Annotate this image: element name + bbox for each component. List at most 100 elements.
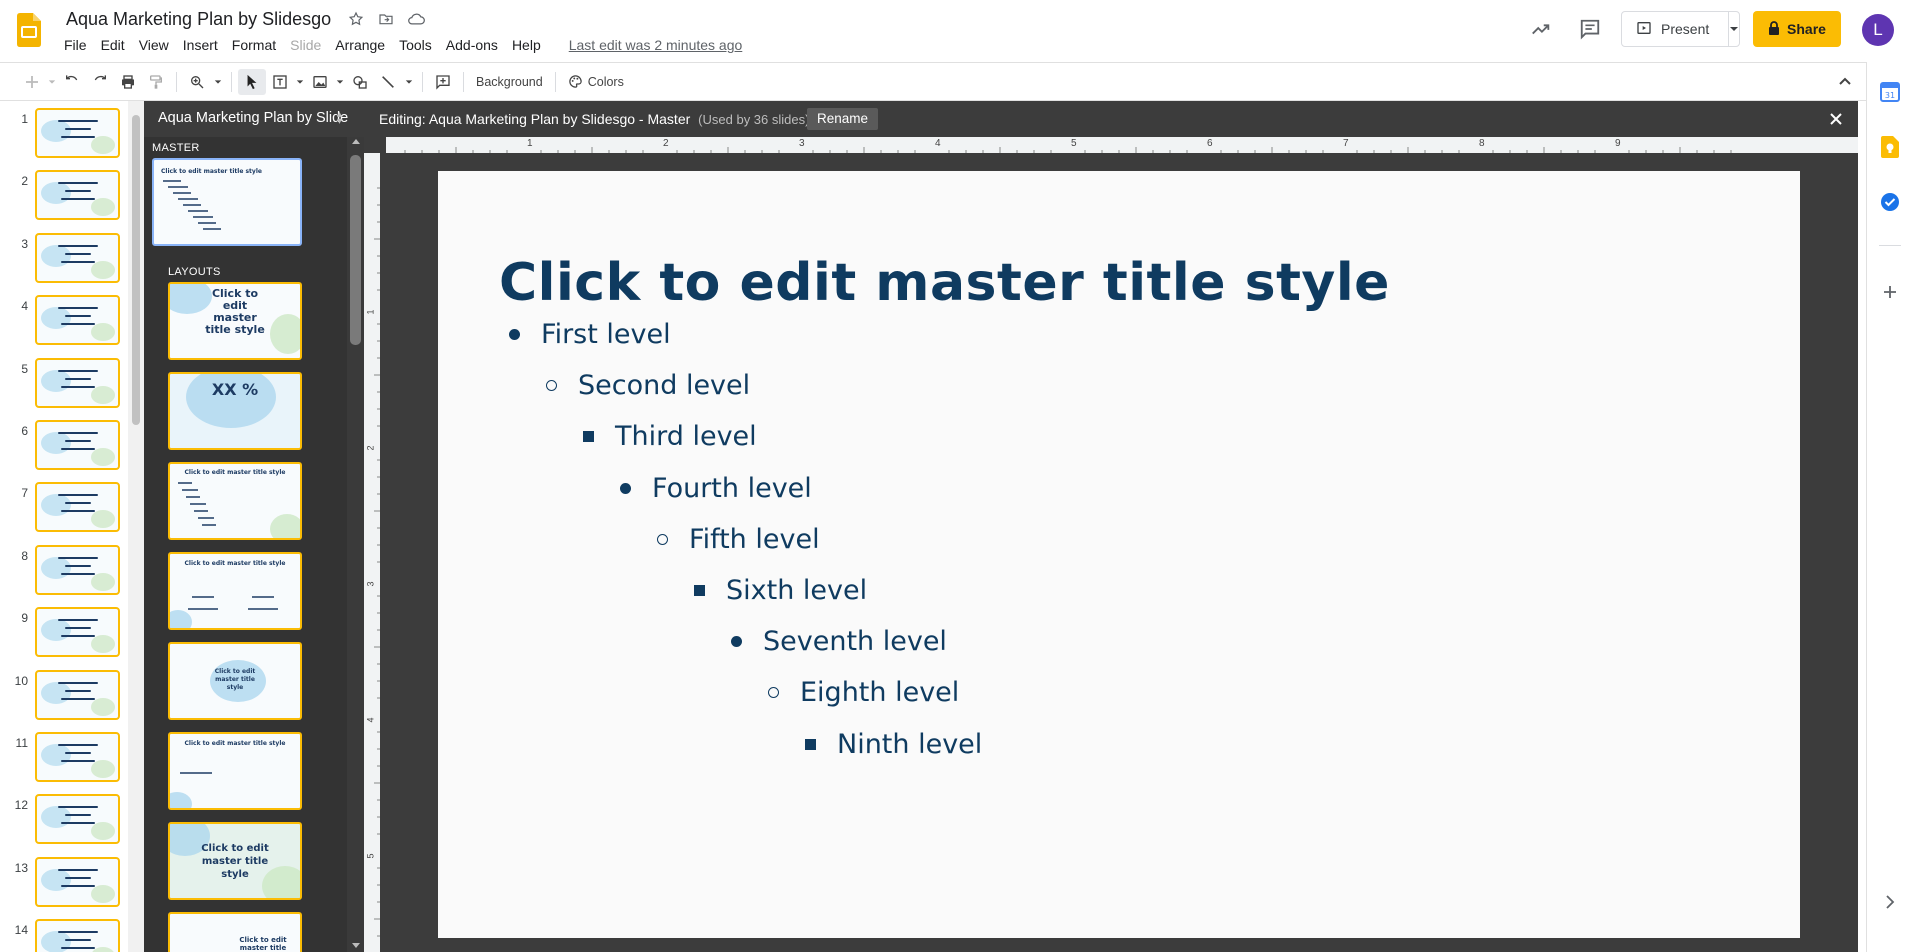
select-tool-button[interactable] bbox=[238, 68, 266, 95]
filmstrip-slide[interactable]: 11 bbox=[0, 732, 128, 784]
master-slide[interactable]: Click to edit master title style First l… bbox=[438, 171, 1800, 938]
theme-name-selector[interactable]: Aqua Marketing Plan by Slidesgo bbox=[158, 110, 348, 126]
bullet-level-2[interactable]: Second level bbox=[543, 370, 750, 401]
move-folder-icon[interactable] bbox=[375, 8, 397, 30]
paint-format-button[interactable] bbox=[142, 69, 170, 95]
menu-edit[interactable]: Edit bbox=[94, 36, 132, 56]
filmstrip-slide[interactable]: 9 bbox=[0, 607, 128, 659]
image-button[interactable] bbox=[306, 69, 334, 95]
menu-file[interactable]: File bbox=[57, 36, 94, 56]
slide-thumbnail[interactable] bbox=[35, 732, 120, 782]
slide-thumbnail[interactable] bbox=[35, 544, 120, 595]
filmstrip-slide[interactable]: 8 bbox=[0, 544, 128, 597]
filmstrip-scrollbar[interactable] bbox=[128, 101, 144, 952]
layouts-scroll-thumb[interactable] bbox=[350, 155, 361, 345]
theme-select-arrows-icon[interactable]: ▴ ▾ bbox=[337, 110, 342, 127]
filmstrip-slide[interactable]: 7 bbox=[0, 482, 128, 534]
share-button[interactable]: Share bbox=[1753, 11, 1841, 47]
layout-thumbnail[interactable]: Click to edit master title style bbox=[168, 912, 302, 952]
menu-slide[interactable]: Slide bbox=[283, 36, 328, 56]
slide-thumbnail[interactable] bbox=[35, 170, 120, 221]
last-edit-link[interactable]: Last edit was 2 minutes ago bbox=[562, 36, 750, 56]
present-dropdown-button[interactable] bbox=[1729, 24, 1739, 34]
slide-thumbnail[interactable] bbox=[35, 295, 120, 346]
filmstrip-slide[interactable]: 10 bbox=[0, 669, 128, 722]
zoom-dropdown[interactable] bbox=[211, 69, 225, 95]
layout-thumbnail[interactable]: Click to edit master title style bbox=[168, 732, 302, 810]
textbox-dropdown[interactable] bbox=[294, 69, 306, 95]
textbox-button[interactable] bbox=[266, 69, 294, 95]
background-button[interactable]: Background bbox=[470, 69, 549, 95]
layout-thumbnail[interactable]: XX % bbox=[168, 372, 302, 450]
layout-thumbnail[interactable]: Click to edit master title style bbox=[168, 552, 302, 630]
bullet-level-4[interactable]: Fourth level bbox=[617, 473, 812, 504]
calendar-icon[interactable]: 31 bbox=[1878, 80, 1902, 104]
menu-arrange[interactable]: Arrange bbox=[328, 36, 392, 56]
keep-icon[interactable] bbox=[1878, 135, 1902, 159]
bullet-level-8[interactable]: Eighth level bbox=[765, 677, 959, 708]
scroll-up-arrow-icon[interactable] bbox=[352, 139, 360, 144]
zoom-button[interactable] bbox=[183, 69, 211, 95]
filmstrip-scroll-thumb[interactable] bbox=[132, 115, 140, 425]
expand-side-panel-icon[interactable] bbox=[1878, 890, 1902, 914]
filmstrip-slide[interactable]: 12 bbox=[0, 794, 128, 846]
slide-thumbnail[interactable] bbox=[35, 794, 120, 845]
slide-thumbnail[interactable] bbox=[35, 232, 120, 283]
slide-thumbnail[interactable] bbox=[35, 919, 120, 952]
star-icon[interactable] bbox=[345, 8, 367, 30]
slide-thumbnail[interactable] bbox=[35, 856, 120, 907]
layout-thumbnail[interactable]: Click to edit master title style bbox=[168, 462, 302, 540]
close-master-button[interactable] bbox=[1826, 109, 1846, 129]
layout-thumbnail[interactable]: Click to edit master title style bbox=[168, 822, 302, 900]
redo-button[interactable] bbox=[86, 69, 114, 95]
collapse-menus-button[interactable] bbox=[1832, 69, 1858, 95]
filmstrip-slide[interactable]: 2 bbox=[0, 170, 128, 222]
account-avatar[interactable]: L bbox=[1862, 14, 1894, 46]
new-slide-layout-dropdown[interactable] bbox=[46, 69, 58, 95]
comments-button[interactable] bbox=[1572, 11, 1608, 47]
rename-button[interactable]: Rename bbox=[807, 108, 879, 130]
menu-insert[interactable]: Insert bbox=[176, 36, 225, 56]
bullet-level-9[interactable]: Ninth level bbox=[802, 729, 982, 760]
menu-view[interactable]: View bbox=[132, 36, 176, 56]
filmstrip-slide[interactable]: 14 bbox=[0, 919, 128, 952]
present-button[interactable]: Present bbox=[1621, 11, 1740, 47]
cloud-status-icon[interactable] bbox=[405, 8, 427, 30]
slide-thumbnail[interactable] bbox=[35, 669, 120, 720]
layout-thumbnail[interactable]: Click to edit master title style bbox=[168, 642, 302, 720]
filmstrip-slide[interactable]: 13 bbox=[0, 856, 128, 909]
print-button[interactable] bbox=[114, 69, 142, 95]
new-slide-button[interactable] bbox=[18, 69, 46, 95]
image-dropdown[interactable] bbox=[334, 69, 346, 95]
horizontal-ruler[interactable]: 1 2 3 4 5 6 7 8 9 bbox=[386, 137, 1858, 153]
layouts-scrollbar[interactable] bbox=[347, 137, 364, 952]
slide-thumbnail[interactable] bbox=[35, 357, 120, 408]
present-main[interactable]: Present bbox=[1622, 12, 1729, 46]
add-comment-button[interactable] bbox=[429, 69, 457, 95]
document-title[interactable]: Aqua Marketing Plan by Slidesgo bbox=[66, 9, 331, 30]
filmstrip-slide[interactable]: 4 bbox=[0, 295, 128, 347]
menu-help[interactable]: Help bbox=[505, 36, 548, 56]
vertical-ruler[interactable]: 1 2 3 4 5 bbox=[364, 153, 380, 952]
scroll-down-arrow-icon[interactable] bbox=[352, 943, 360, 948]
slide-thumbnail[interactable] bbox=[35, 108, 120, 158]
slide-thumbnail[interactable] bbox=[35, 420, 120, 470]
line-dropdown[interactable] bbox=[402, 69, 416, 95]
bullet-level-1[interactable]: First level bbox=[506, 319, 671, 350]
filmstrip-slide[interactable]: 6 bbox=[0, 420, 128, 472]
filmstrip-slide[interactable]: 3 bbox=[0, 232, 128, 285]
bullet-level-3[interactable]: Third level bbox=[580, 421, 757, 452]
menu-addons[interactable]: Add-ons bbox=[439, 36, 505, 56]
shape-button[interactable] bbox=[346, 69, 374, 95]
menu-format[interactable]: Format bbox=[225, 36, 283, 56]
colors-button[interactable]: Colors bbox=[562, 69, 630, 95]
tasks-icon[interactable] bbox=[1878, 190, 1902, 214]
filmstrip-slide[interactable]: 5 bbox=[0, 357, 128, 410]
add-icon[interactable] bbox=[1878, 280, 1902, 304]
master-thumbnail[interactable]: Click to edit master title style bbox=[152, 158, 302, 246]
slides-logo-icon[interactable] bbox=[17, 13, 41, 47]
slide-title-placeholder[interactable]: Click to edit master title style bbox=[499, 253, 1390, 313]
filmstrip-slide[interactable]: 1 bbox=[0, 108, 128, 160]
slide-thumbnail[interactable] bbox=[35, 482, 120, 533]
activity-dashboard-button[interactable] bbox=[1523, 11, 1559, 47]
